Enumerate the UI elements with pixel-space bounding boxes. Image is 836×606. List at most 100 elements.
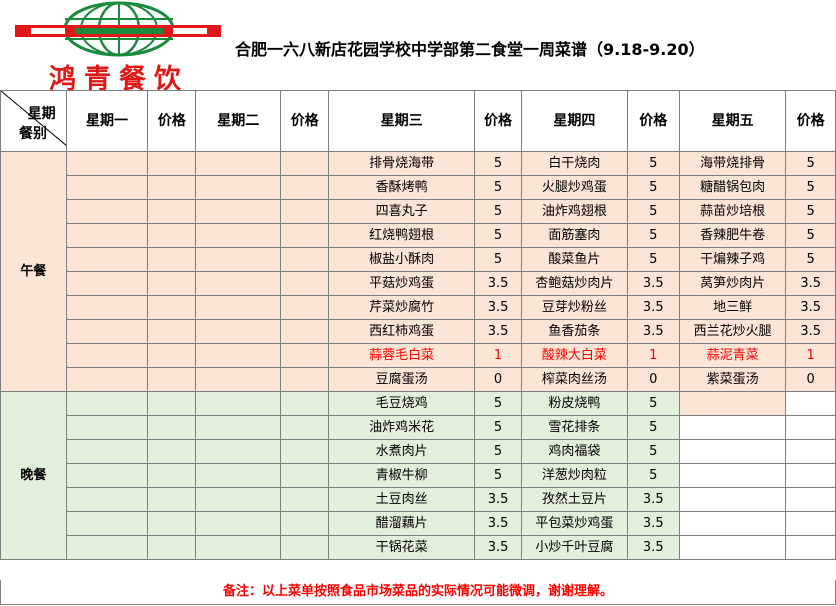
dish-thursday: 雪花排条 — [521, 415, 628, 440]
empty-cell — [678, 511, 787, 536]
empty-cell — [195, 391, 282, 416]
empty-cell — [147, 343, 197, 368]
meal-label-dinner: 晚餐 — [0, 391, 67, 560]
price-thursday: 5 — [626, 247, 680, 272]
table-row: 红烧鸭翅根 5 面筋塞肉 5 香辣肥牛卷 5 — [1, 223, 836, 248]
dish-friday: 莴笋炒肉片 — [678, 271, 787, 296]
dish-friday: 西兰花炒火腿 — [678, 319, 787, 344]
dish-wednesday: 平菇炒鸡蛋 — [328, 271, 476, 296]
header-corner-cell: 星期 餐别 — [0, 90, 67, 152]
empty-cell — [785, 487, 836, 512]
price-wednesday: 5 — [474, 439, 523, 464]
empty-cell — [147, 199, 197, 224]
price-friday: 5 — [785, 199, 836, 224]
empty-cell — [280, 247, 330, 272]
empty-cell — [65, 463, 149, 488]
empty-cell — [147, 415, 197, 440]
dish-friday: 蒜泥青菜 — [678, 343, 787, 368]
dish-friday: 紫菜蛋汤 — [678, 367, 787, 392]
weekly-menu-table: 星期 餐别 星期一 价格 星期二 价格 星期三 价格 星期四 价格 星期五 价格… — [0, 90, 836, 560]
price-friday: 5 — [785, 175, 836, 200]
dish-friday: 干煸辣子鸡 — [678, 247, 787, 272]
price-thursday: 1 — [626, 343, 680, 368]
dish-wednesday: 油炸鸡米花 — [328, 415, 476, 440]
table-row: 椒盐小酥肉 5 酸菜鱼片 5 干煸辣子鸡 5 — [1, 247, 836, 272]
empty-cell — [280, 295, 330, 320]
header-monday: 星期一 — [65, 90, 149, 152]
empty-cell — [785, 415, 836, 440]
empty-cell — [280, 223, 330, 248]
dish-wednesday: 蒜蓉毛白菜 — [328, 343, 476, 368]
price-thursday: 5 — [626, 175, 680, 200]
empty-cell — [65, 487, 149, 512]
header-thursday: 星期四 — [521, 90, 628, 152]
header-price: 价格 — [474, 90, 523, 152]
header-tuesday: 星期二 — [195, 90, 282, 152]
empty-cell — [65, 391, 149, 416]
empty-cell — [678, 463, 787, 488]
table-row: 土豆肉丝 3.5 孜然土豆片 3.5 — [1, 487, 836, 512]
empty-cell — [147, 271, 197, 296]
empty-cell — [195, 343, 282, 368]
price-wednesday: 0 — [474, 367, 523, 392]
empty-cell — [65, 415, 149, 440]
empty-cell — [195, 175, 282, 200]
table-row: 水煮肉片 5 鸡肉福袋 5 — [1, 439, 836, 464]
price-friday: 3.5 — [785, 319, 836, 344]
empty-cell — [785, 391, 836, 416]
empty-cell — [280, 439, 330, 464]
table-row: 平菇炒鸡蛋 3.5 杏鲍菇炒肉片 3.5 莴笋炒肉片 3.5 — [1, 271, 836, 296]
table-row: 豆腐蛋汤 0 榨菜肉丝汤 0 紫菜蛋汤 0 — [1, 367, 836, 392]
price-wednesday: 5 — [474, 175, 523, 200]
dish-wednesday: 醋溜藕片 — [328, 511, 476, 536]
empty-cell — [65, 319, 149, 344]
price-wednesday: 5 — [474, 391, 523, 416]
empty-cell — [785, 439, 836, 464]
table-row: 香酥烤鸭 5 火腿炒鸡蛋 5 糖醋锅包肉 5 — [1, 175, 836, 200]
empty-cell — [65, 223, 149, 248]
empty-cell — [147, 223, 197, 248]
empty-cell — [65, 199, 149, 224]
price-wednesday: 5 — [474, 151, 523, 176]
empty-cell — [195, 295, 282, 320]
price-friday: 3.5 — [785, 271, 836, 296]
table-row: 油炸鸡米花 5 雪花排条 5 — [1, 415, 836, 440]
empty-cell — [195, 151, 282, 176]
company-logo: 鸿青餐饮 — [1, 1, 238, 95]
empty-cell — [195, 223, 282, 248]
price-wednesday: 5 — [474, 223, 523, 248]
price-thursday: 3.5 — [626, 319, 680, 344]
price-wednesday: 5 — [474, 199, 523, 224]
dish-wednesday: 土豆肉丝 — [328, 487, 476, 512]
dish-thursday: 火腿炒鸡蛋 — [521, 175, 628, 200]
page-title: 合肥一六八新店花园学校中学部第二食堂一周菜谱（9.18-9.20） — [235, 40, 705, 59]
dish-thursday: 白干烧肉 — [521, 151, 628, 176]
empty-cell — [65, 247, 149, 272]
empty-cell — [147, 487, 197, 512]
dish-thursday: 鸡肉福袋 — [521, 439, 628, 464]
dish-wednesday: 四喜丸子 — [328, 199, 476, 224]
dish-thursday: 豆芽炒粉丝 — [521, 295, 628, 320]
empty-cell — [147, 367, 197, 392]
empty-cell — [280, 487, 330, 512]
price-wednesday: 3.5 — [474, 271, 523, 296]
empty-cell — [678, 415, 787, 440]
dish-thursday: 杏鲍菇炒肉片 — [521, 271, 628, 296]
price-wednesday: 5 — [474, 463, 523, 488]
header-friday: 星期五 — [678, 90, 787, 152]
empty-cell — [65, 439, 149, 464]
dish-thursday: 平包菜炒鸡蛋 — [521, 511, 628, 536]
dish-thursday: 油炸鸡翅根 — [521, 199, 628, 224]
dish-thursday: 小炒千叶豆腐 — [521, 535, 628, 560]
empty-cell — [280, 175, 330, 200]
price-thursday: 5 — [626, 199, 680, 224]
price-thursday: 5 — [626, 463, 680, 488]
empty-cell — [65, 175, 149, 200]
price-friday: 0 — [785, 367, 836, 392]
empty-cell — [280, 271, 330, 296]
dish-thursday: 榨菜肉丝汤 — [521, 367, 628, 392]
empty-cell — [65, 151, 149, 176]
dish-thursday: 鱼香茄条 — [521, 319, 628, 344]
price-thursday: 5 — [626, 415, 680, 440]
dish-wednesday: 西红柿鸡蛋 — [328, 319, 476, 344]
